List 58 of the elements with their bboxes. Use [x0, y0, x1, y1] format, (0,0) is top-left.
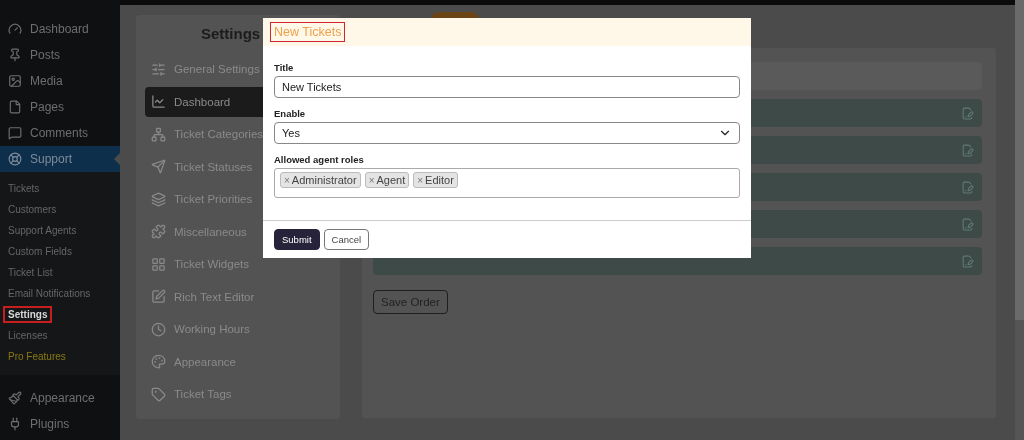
- tag-icon: [151, 386, 166, 402]
- admin-menu-item[interactable]: Dashboard: [0, 16, 120, 42]
- submenu-item[interactable]: Customers: [5, 203, 60, 216]
- submenu-item[interactable]: Settings: [5, 308, 51, 321]
- submenu-item[interactable]: Tickets: [5, 182, 43, 195]
- pin-icon: [8, 48, 22, 62]
- plug-icon: [8, 417, 22, 431]
- field-label: Title: [274, 62, 295, 73]
- palette-icon: [151, 354, 166, 369]
- submenu-item[interactable]: Ticket List: [5, 266, 56, 279]
- submenu-item[interactable]: Email Notifications: [5, 287, 94, 300]
- lifebuoy-icon: [8, 152, 22, 166]
- role-tag[interactable]: × Agent: [364, 172, 410, 188]
- submit-button[interactable]: Submit: [274, 229, 320, 250]
- settings-title: Settings: [201, 25, 261, 42]
- edit-icon[interactable]: [961, 217, 974, 231]
- role-tag[interactable]: × Administrator: [280, 172, 361, 188]
- submenu-item[interactable]: Licenses: [5, 329, 51, 342]
- editor-icon: [151, 289, 166, 304]
- file-icon: [8, 100, 22, 114]
- grid-icon: [151, 256, 166, 272]
- chart-icon: [151, 94, 166, 109]
- edit-icon[interactable]: [961, 180, 974, 194]
- edit-icon[interactable]: [961, 106, 974, 120]
- field-label: Allowed agent roles: [274, 154, 365, 165]
- submenu-item[interactable]: Pro Features: [5, 350, 69, 363]
- remove-tag-icon[interactable]: ×: [417, 174, 424, 186]
- title-input[interactable]: New Tickets: [274, 76, 740, 98]
- paper-plane-icon: [151, 159, 166, 174]
- admin-menu-item[interactable]: Pages: [0, 94, 120, 120]
- role-tag[interactable]: × Editor: [413, 172, 458, 188]
- puzzle-icon: [151, 224, 166, 239]
- clock-icon: [151, 321, 166, 337]
- edit-icon[interactable]: [961, 254, 974, 268]
- remove-tag-icon[interactable]: ×: [368, 174, 375, 186]
- admin-menu-item[interactable]: Comments: [0, 120, 120, 146]
- remove-tag-icon[interactable]: ×: [284, 174, 290, 186]
- field-label: Enable: [274, 108, 307, 119]
- admin-menu-item[interactable]: Plugins: [0, 411, 120, 437]
- hierarchy-icon: [151, 126, 166, 142]
- gauge-icon: [8, 22, 22, 36]
- roles-multiselect[interactable]: × Administrator × Agent × Editor: [274, 168, 740, 198]
- sliders-icon: [151, 61, 166, 77]
- scrollbar[interactable]: [1015, 0, 1024, 440]
- modal-title: New Tickets: [271, 23, 345, 41]
- submenu-item[interactable]: Support Agents: [5, 224, 80, 237]
- submenu-item[interactable]: Custom Fields: [5, 245, 75, 258]
- edit-icon[interactable]: [961, 143, 974, 157]
- stack-icon: [151, 191, 166, 207]
- admin-menu-item[interactable]: Support: [0, 146, 120, 172]
- image-icon: [8, 74, 22, 88]
- admin-menu-item[interactable]: Media: [0, 68, 120, 94]
- brush-icon: [8, 391, 22, 405]
- speech-bubble-icon: [8, 126, 22, 140]
- cancel-button[interactable]: Cancel: [323, 229, 370, 250]
- admin-menu-item[interactable]: Appearance: [0, 385, 120, 411]
- admin-menu-item[interactable]: Posts: [0, 42, 120, 68]
- enable-select[interactable]: Yes: [274, 122, 740, 144]
